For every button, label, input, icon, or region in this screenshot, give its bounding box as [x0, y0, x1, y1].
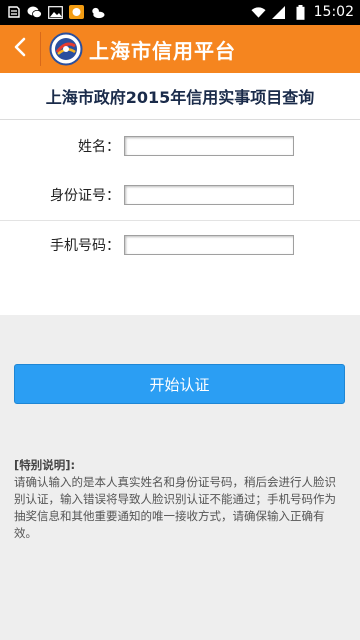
form-divider: [0, 220, 360, 221]
battery-icon: [293, 4, 308, 20]
game-icon: [69, 5, 84, 19]
phone-label: 手机号码：: [50, 238, 120, 254]
credit-logo-icon: [49, 32, 83, 66]
credit-query-form: 姓名： 身份证号： 手机号码：: [0, 120, 360, 315]
phone-row: 手机号码：: [0, 221, 360, 269]
notification-icon: [6, 5, 21, 19]
app-header: 上海市信用平台: [0, 25, 360, 73]
wechat-icon: [27, 5, 42, 19]
status-time: 15:02: [313, 4, 354, 20]
header-divider: [40, 32, 41, 66]
back-button[interactable]: [0, 25, 40, 73]
image-icon: [48, 5, 63, 19]
signal-icon: [272, 5, 287, 19]
wifi-icon: [251, 5, 266, 19]
app-title: 上海市信用平台: [89, 38, 236, 63]
status-bar: 15:02: [0, 0, 360, 25]
id-number-input[interactable]: [124, 185, 294, 205]
id-label: 身份证号：: [50, 188, 120, 204]
id-row: 身份证号：: [0, 171, 360, 219]
start-verification-button[interactable]: 开始认证: [14, 364, 345, 404]
name-row: 姓名：: [0, 122, 360, 170]
page-title: 上海市政府2015年信用实事项目查询: [0, 73, 360, 120]
name-input[interactable]: [124, 136, 294, 156]
phone-input[interactable]: [124, 235, 294, 255]
notice-body: 请确认输入的是本人真实姓名和身份证号码，稍后会进行人脸识别认证，输入错误将导致人…: [14, 475, 336, 540]
weather-icon: [90, 5, 105, 19]
chevron-left-icon: [13, 37, 27, 61]
notice-title: [特别说明]:: [14, 458, 76, 472]
notice: [特别说明]: 请确认输入的是本人真实姓名和身份证号码，稍后会进行人脸识别认证，…: [14, 457, 346, 542]
name-label: 姓名：: [78, 139, 120, 155]
